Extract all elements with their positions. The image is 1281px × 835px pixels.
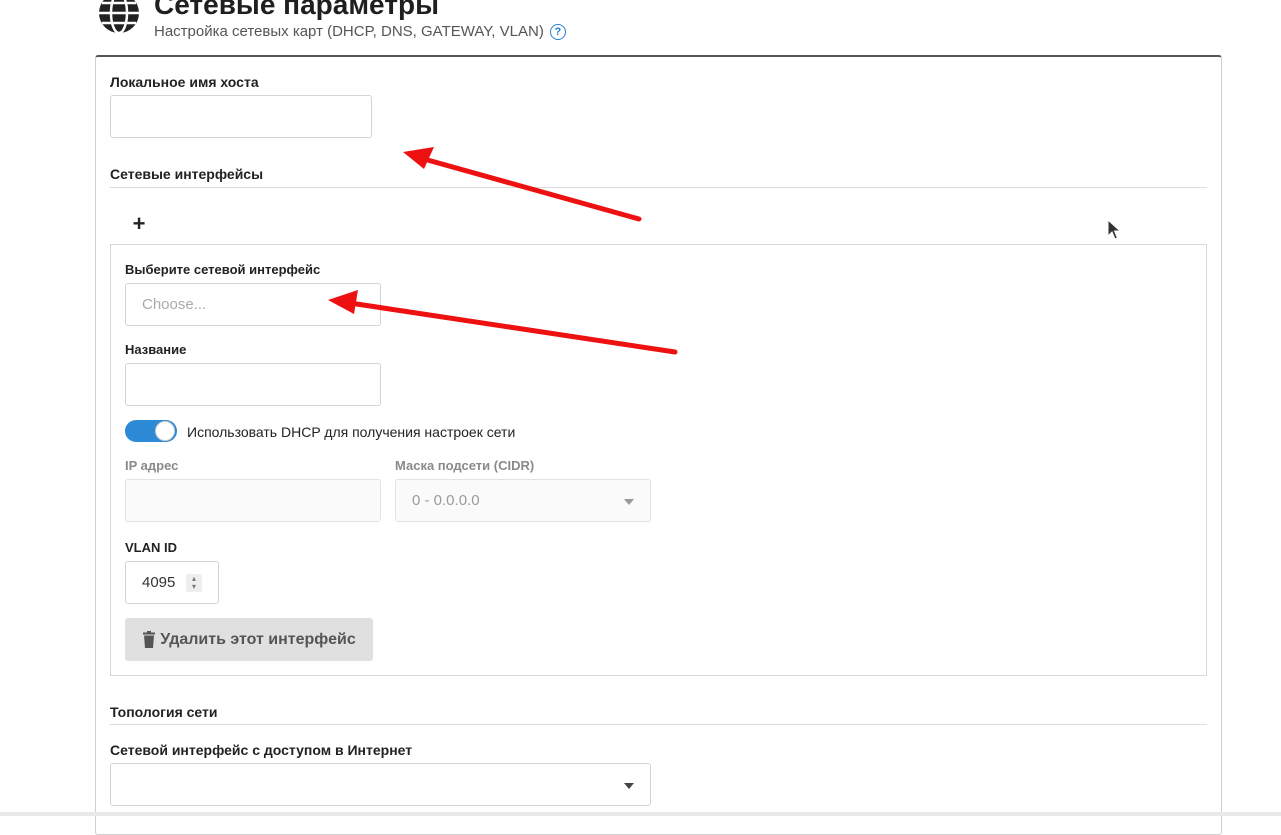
annotation-arrow-hostname [403,147,642,222]
annotation-arrows [328,147,678,355]
annotation-arrow-interface-select [328,290,678,355]
mouse-cursor-icon [1107,219,1122,240]
